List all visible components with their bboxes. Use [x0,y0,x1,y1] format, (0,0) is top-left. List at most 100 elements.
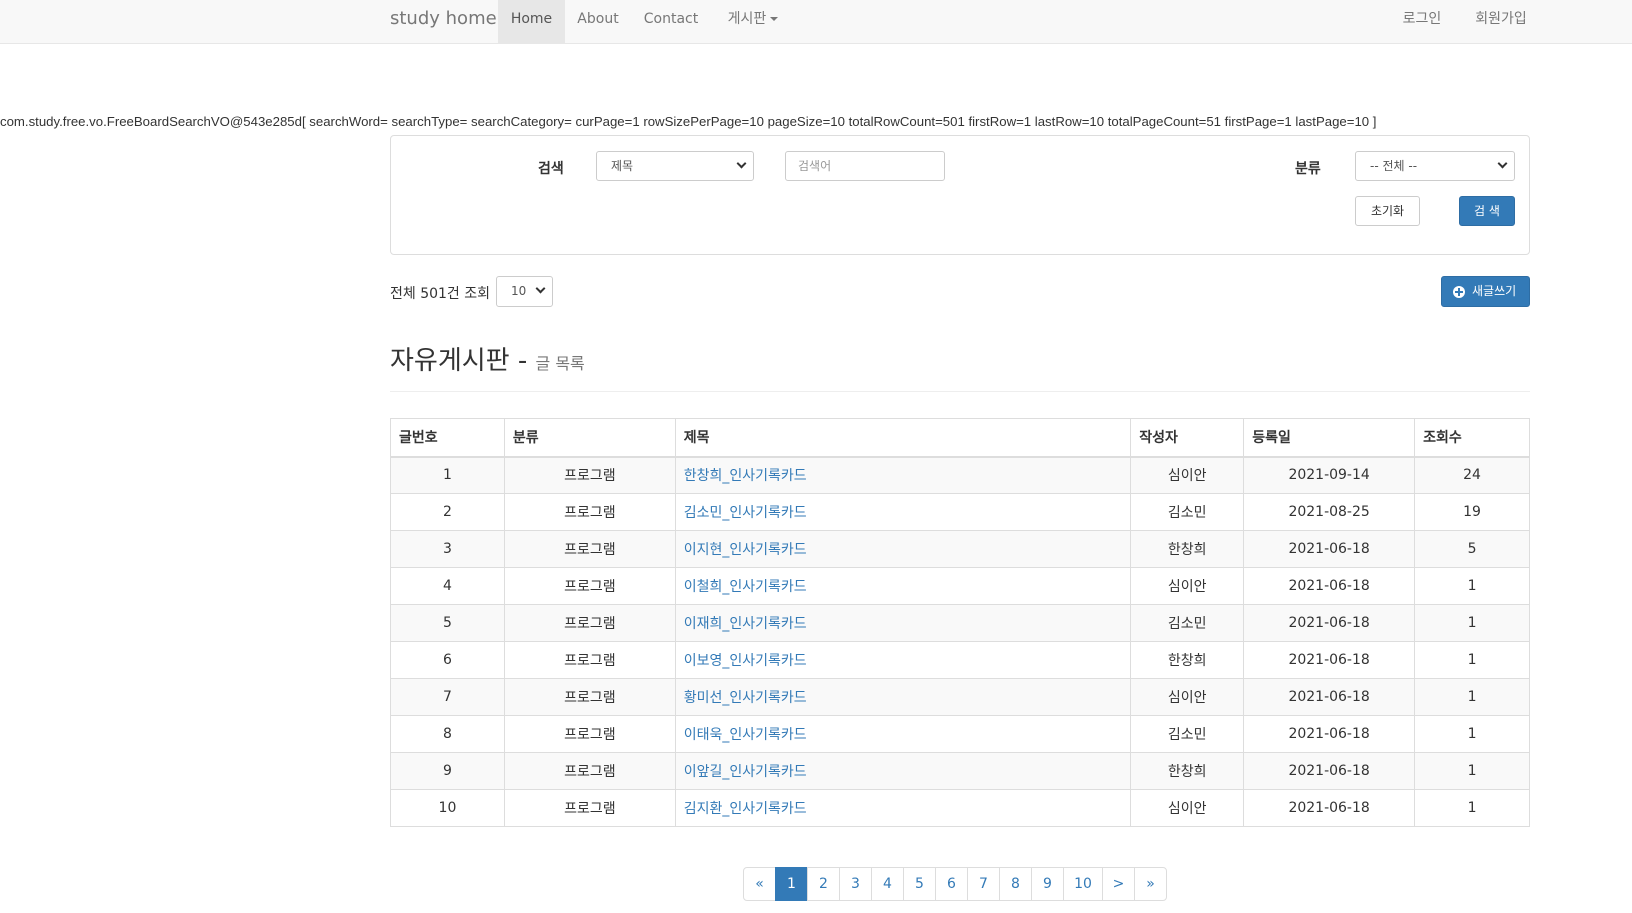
cell-date: 2021-06-18 [1243,715,1416,753]
rows-per-page-select[interactable]: 10 [496,276,553,307]
page-button-3[interactable]: 3 [839,867,872,901]
search-label: 검색 [538,161,564,177]
rows-per-page-value: 10 [511,284,527,298]
post-title-link[interactable]: 황미선_인사기록카드 [684,690,807,706]
cell-no: 2 [390,493,505,531]
plus-circle-icon [1453,286,1465,298]
cell-category: 프로그램 [503,567,676,605]
page-header: 자유게시판 - 글 목록 [390,336,1530,392]
cell-category: 프로그램 [503,456,676,494]
chevron-down-icon [736,158,747,169]
cell-date: 2021-06-18 [1243,530,1416,568]
table-row: 9 프로그램 이앞길_인사기록카드 한창희 2021-06-18 1 [390,752,1530,790]
cell-hits: 1 [1414,789,1530,827]
top-navbar: study home Home About Contact 게시판 로그인 회원… [0,0,1632,44]
post-title-link[interactable]: 한창희_인사기록카드 [684,468,807,484]
cell-no: 8 [390,715,505,753]
post-title-link[interactable]: 이앞길_인사기록카드 [684,764,807,780]
cell-category: 프로그램 [503,530,676,568]
cell-hits: 24 [1414,456,1530,494]
nav-board-label: 게시판 [727,11,767,27]
cell-category: 프로그램 [503,641,676,679]
cell-no: 10 [390,789,505,827]
page-button-5[interactable]: 5 [903,867,936,901]
cell-writer: 김소민 [1130,715,1245,753]
page-title-sep: - [509,346,536,376]
cell-writer: 심이안 [1130,789,1245,827]
page-button-8[interactable]: 8 [999,867,1032,901]
cell-writer: 심이안 [1130,456,1245,494]
page-first-button[interactable]: « [743,867,776,901]
page-button-9[interactable]: 9 [1031,867,1064,901]
caret-down-icon [770,17,779,21]
chevron-down-icon [1497,158,1508,169]
page-button-4[interactable]: 4 [871,867,904,901]
post-title-link[interactable]: 이보영_인사기록카드 [684,653,807,669]
table-row: 5 프로그램 이재희_인사기록카드 김소민 2021-06-18 1 [390,604,1530,642]
cell-writer: 심이안 [1130,567,1245,605]
cell-writer: 심이안 [1130,678,1245,716]
cell-no: 4 [390,567,505,605]
cell-no: 1 [390,456,505,494]
table-row: 4 프로그램 이철희_인사기록카드 심이안 2021-06-18 1 [390,567,1530,605]
cell-hits: 1 [1414,715,1530,753]
search-type-value: 제목 [611,159,634,173]
post-title-link[interactable]: 김지환_인사기록카드 [684,801,807,817]
nav-about[interactable]: About [567,0,629,43]
table-row: 1 프로그램 한창희_인사기록카드 심이안 2021-09-14 24 [390,456,1530,494]
page-title: 자유게시판 - 글 목록 [390,340,585,377]
page-button-2[interactable]: 2 [807,867,840,901]
cell-category: 프로그램 [503,789,676,827]
col-header-category: 분류 [503,418,676,458]
login-link[interactable]: 로그인 [1392,0,1452,43]
nav-contact[interactable]: Contact [634,0,708,43]
table-row: 2 프로그램 김소민_인사기록카드 김소민 2021-08-25 19 [390,493,1530,531]
cell-writer: 한창희 [1130,530,1245,568]
brand-link[interactable]: study home [390,0,497,43]
page-button-6[interactable]: 6 [935,867,968,901]
cell-no: 6 [390,641,505,679]
reset-button[interactable]: 초기화 [1355,196,1420,226]
cell-no: 9 [390,752,505,790]
cell-hits: 1 [1414,678,1530,716]
table-row: 7 프로그램 황미선_인사기록카드 심이안 2021-06-18 1 [390,678,1530,716]
category-label: 분류 [1295,161,1321,177]
cell-writer: 김소민 [1130,604,1245,642]
page-button-10[interactable]: 10 [1063,867,1103,901]
new-post-label: 새글쓰기 [1472,284,1517,298]
pagination: « 1 2 3 4 5 6 7 8 9 10 > » [743,867,1167,901]
cell-hits: 5 [1414,530,1530,568]
cell-writer: 한창희 [1130,641,1245,679]
nav-home[interactable]: Home [498,0,565,43]
page-last-button[interactable]: » [1134,867,1167,901]
board-table: 글번호 분류 제목 작성자 등록일 조회수 1 프로그램 한창희_인사기록카드 … [390,418,1530,827]
page-button-7[interactable]: 7 [967,867,1000,901]
table-row: 8 프로그램 이태욱_인사기록카드 김소민 2021-06-18 1 [390,715,1530,753]
post-title-link[interactable]: 이재희_인사기록카드 [684,616,807,632]
signup-link[interactable]: 회원가입 [1465,0,1537,43]
post-title-link[interactable]: 이철희_인사기록카드 [684,579,807,595]
cell-category: 프로그램 [503,678,676,716]
post-title-link[interactable]: 이태욱_인사기록카드 [684,727,807,743]
col-header-writer: 작성자 [1130,418,1245,458]
cell-date: 2021-06-18 [1243,641,1416,679]
table-row: 10 프로그램 김지환_인사기록카드 심이안 2021-06-18 1 [390,789,1530,827]
search-type-select[interactable]: 제목 [596,151,754,181]
new-post-button[interactable]: 새글쓰기 [1441,276,1530,307]
chevron-down-icon [535,283,546,294]
search-button[interactable]: 검 색 [1459,196,1515,226]
cell-no: 7 [390,678,505,716]
cell-date: 2021-08-25 [1243,493,1416,531]
col-header-no: 글번호 [390,418,505,458]
col-header-hits: 조회수 [1414,418,1530,458]
table-header-row: 글번호 분류 제목 작성자 등록일 조회수 [390,418,1530,458]
nav-board-dropdown[interactable]: 게시판 [718,0,788,43]
category-select[interactable]: -- 전체 -- [1355,151,1515,181]
post-title-link[interactable]: 이지현_인사기록카드 [684,542,807,558]
page-button-1[interactable]: 1 [775,867,808,901]
debug-output: com.study.free.vo.FreeBoardSearchVO@543e… [0,114,1377,129]
post-title-link[interactable]: 김소민_인사기록카드 [684,505,807,521]
search-word-input[interactable]: 검색어 [785,151,945,181]
cell-hits: 1 [1414,752,1530,790]
page-next-button[interactable]: > [1102,867,1135,901]
